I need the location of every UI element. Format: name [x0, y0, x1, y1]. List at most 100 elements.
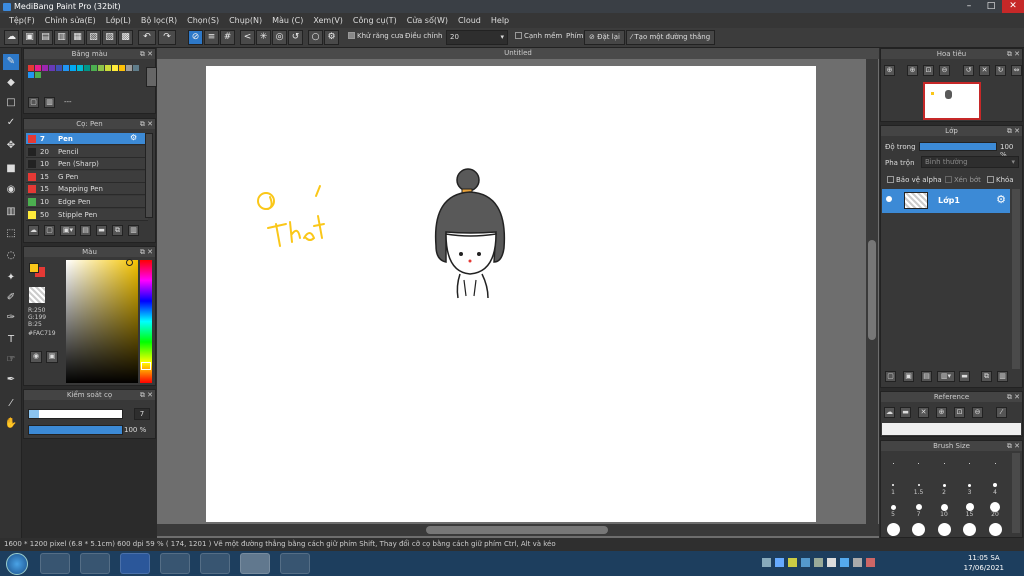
- magic-wand-icon[interactable]: ✦: [3, 270, 19, 286]
- taskbar-app-folder-icon[interactable]: [80, 553, 110, 574]
- grid-icon[interactable]: ▧: [86, 30, 101, 45]
- navigator-preview[interactable]: [923, 82, 981, 120]
- brush-size-dot[interactable]: [993, 483, 997, 487]
- brush-size-dot[interactable]: [942, 483, 946, 487]
- brush-size-scrollbar[interactable]: [1012, 453, 1020, 533]
- delete-brush-icon[interactable]: ▥: [128, 225, 139, 236]
- palette-swatch[interactable]: [77, 65, 83, 71]
- lock-option[interactable]: Khóa: [987, 176, 1014, 184]
- palette-swatch[interactable]: [84, 65, 90, 71]
- palette-swatch[interactable]: [56, 65, 62, 71]
- taskbar-app-paint-icon[interactable]: [160, 553, 190, 574]
- palette-swatch[interactable]: [91, 65, 97, 71]
- panel-close-icon[interactable]: ⧉ ✕: [140, 119, 153, 129]
- palette-swatch[interactable]: [126, 65, 132, 71]
- reference-close-icon[interactable]: ✕: [918, 407, 929, 418]
- divide-tool-icon[interactable]: ✒: [3, 372, 19, 388]
- snap-parallel-icon[interactable]: ≡: [204, 30, 219, 45]
- reference-fit-icon[interactable]: ⊡: [954, 407, 965, 418]
- palette-scrollbar[interactable]: [146, 67, 157, 87]
- document-tab[interactable]: Untitled: [157, 48, 879, 59]
- fit-icon[interactable]: ⊡: [923, 65, 934, 76]
- blend-mode-select[interactable]: Bình thường ▾: [921, 156, 1019, 168]
- reset-view-icon[interactable]: ✕: [979, 65, 990, 76]
- select-tool-icon[interactable]: ⬚: [3, 226, 19, 242]
- rotate-left-icon[interactable]: ↺: [963, 65, 974, 76]
- copy-brush-icon[interactable]: ▤: [80, 225, 91, 236]
- layer-opacity-slider[interactable]: [919, 142, 997, 151]
- antialias-option[interactable]: Khử răng cưa: [348, 32, 404, 40]
- panel-close-icon[interactable]: ⧉ ✕: [1007, 441, 1020, 451]
- brush-folder-icon[interactable]: ▬: [96, 225, 107, 236]
- layout-icon[interactable]: ▦: [70, 30, 85, 45]
- delete-palette-icon[interactable]: ▥: [44, 97, 55, 108]
- brush-size-dot[interactable]: [912, 522, 925, 536]
- brush-item[interactable]: 10 Pen (Sharp): [26, 158, 148, 171]
- picker-cursor[interactable]: [126, 259, 133, 266]
- taskbar-app-chrome-icon[interactable]: [200, 553, 230, 574]
- snap-vanish-icon[interactable]: <: [240, 30, 255, 45]
- color-copy-icon[interactable]: ▣: [46, 351, 58, 363]
- clock[interactable]: 11:05 SA 17/06/2021: [964, 553, 1004, 573]
- select-pen-icon[interactable]: ✐: [3, 290, 19, 306]
- panel-close-icon[interactable]: ⧉ ✕: [140, 49, 153, 59]
- layer-settings-icon[interactable]: ⚙: [996, 193, 1006, 206]
- taskbar-app-mail-icon[interactable]: [40, 553, 70, 574]
- hue-slider-handle[interactable]: [141, 362, 151, 370]
- menu-cloud[interactable]: Cloud: [453, 13, 486, 28]
- menu-select[interactable]: Chọn(S): [182, 13, 224, 28]
- view-icon[interactable]: ▩: [118, 30, 133, 45]
- palette-swatch[interactable]: [35, 65, 41, 71]
- clipping-option[interactable]: Xén bớt: [945, 176, 981, 184]
- palette-swatch[interactable]: [119, 65, 125, 71]
- hand-tool-icon[interactable]: ✋: [3, 416, 19, 432]
- create-line-button[interactable]: ⁄ Tạo một đường thẳng: [626, 30, 716, 45]
- menu-tools[interactable]: Công cụ(T): [348, 13, 402, 28]
- duplicate-brush-icon[interactable]: ⧉: [112, 225, 123, 236]
- tray-icon[interactable]: [788, 558, 797, 567]
- save-icon[interactable]: ▣: [22, 30, 37, 45]
- eyedropper-icon[interactable]: ⁄: [3, 396, 19, 412]
- brush-size-dot[interactable]: [940, 503, 948, 511]
- palette-swatch[interactable]: [42, 65, 48, 71]
- layer-folder-icon[interactable]: ▬: [959, 371, 970, 382]
- taskbar-app-medibang-icon[interactable]: [240, 553, 270, 574]
- zoom-in-icon[interactable]: ⊕: [884, 65, 895, 76]
- duplicate-layer-icon[interactable]: ⧉: [981, 371, 992, 382]
- cloud-brush-icon[interactable]: ☁: [28, 225, 39, 236]
- snap-settings-icon[interactable]: ⚙: [324, 30, 339, 45]
- brush-size-dot[interactable]: [968, 483, 971, 487]
- menu-color[interactable]: Màu (C): [267, 13, 308, 28]
- chat-icon[interactable]: ▤: [38, 30, 53, 45]
- brush-item[interactable]: 15 G Pen: [26, 170, 148, 183]
- brush-size-slider[interactable]: [28, 409, 123, 419]
- brush-size-dot[interactable]: [943, 462, 945, 464]
- lasso-tool-icon[interactable]: ◌: [3, 248, 19, 264]
- palette-swatch[interactable]: [28, 72, 34, 78]
- reference-view[interactable]: [882, 423, 1021, 435]
- undo-icon[interactable]: ↶: [138, 30, 156, 45]
- drawing-canvas[interactable]: [206, 66, 816, 522]
- palette-swatch[interactable]: [70, 65, 76, 71]
- foreground-color-swatch[interactable]: [29, 263, 39, 273]
- saturation-value-picker[interactable]: [66, 260, 138, 383]
- reset-button[interactable]: ⊘ Đặt lại: [584, 30, 625, 45]
- brush-size-dot[interactable]: [965, 503, 974, 511]
- brush-item[interactable]: 10 Edge Pen: [26, 196, 148, 208]
- palette-swatch[interactable]: [133, 65, 139, 71]
- palette-swatch[interactable]: [105, 65, 111, 71]
- taskbar-app-other-icon[interactable]: [280, 553, 310, 574]
- cloud-icon[interactable]: ☁: [4, 30, 19, 45]
- reference-open-icon[interactable]: ▬: [900, 407, 911, 418]
- new-layer-alt-icon[interactable]: ▣: [903, 371, 914, 382]
- palette-swatch[interactable]: [63, 65, 69, 71]
- brush-size-dot[interactable]: [937, 522, 951, 536]
- palette-swatch[interactable]: [98, 65, 104, 71]
- delete-layer-icon[interactable]: ▥: [997, 371, 1008, 382]
- move-tool-icon[interactable]: ✥: [3, 138, 19, 154]
- reference-zoom-in-icon[interactable]: ⊕: [936, 407, 947, 418]
- reference-cloud-icon[interactable]: ☁: [884, 407, 895, 418]
- brush-size-dot[interactable]: [994, 462, 996, 464]
- tray-icon[interactable]: [801, 558, 810, 567]
- snap-radial-icon[interactable]: ✳: [256, 30, 271, 45]
